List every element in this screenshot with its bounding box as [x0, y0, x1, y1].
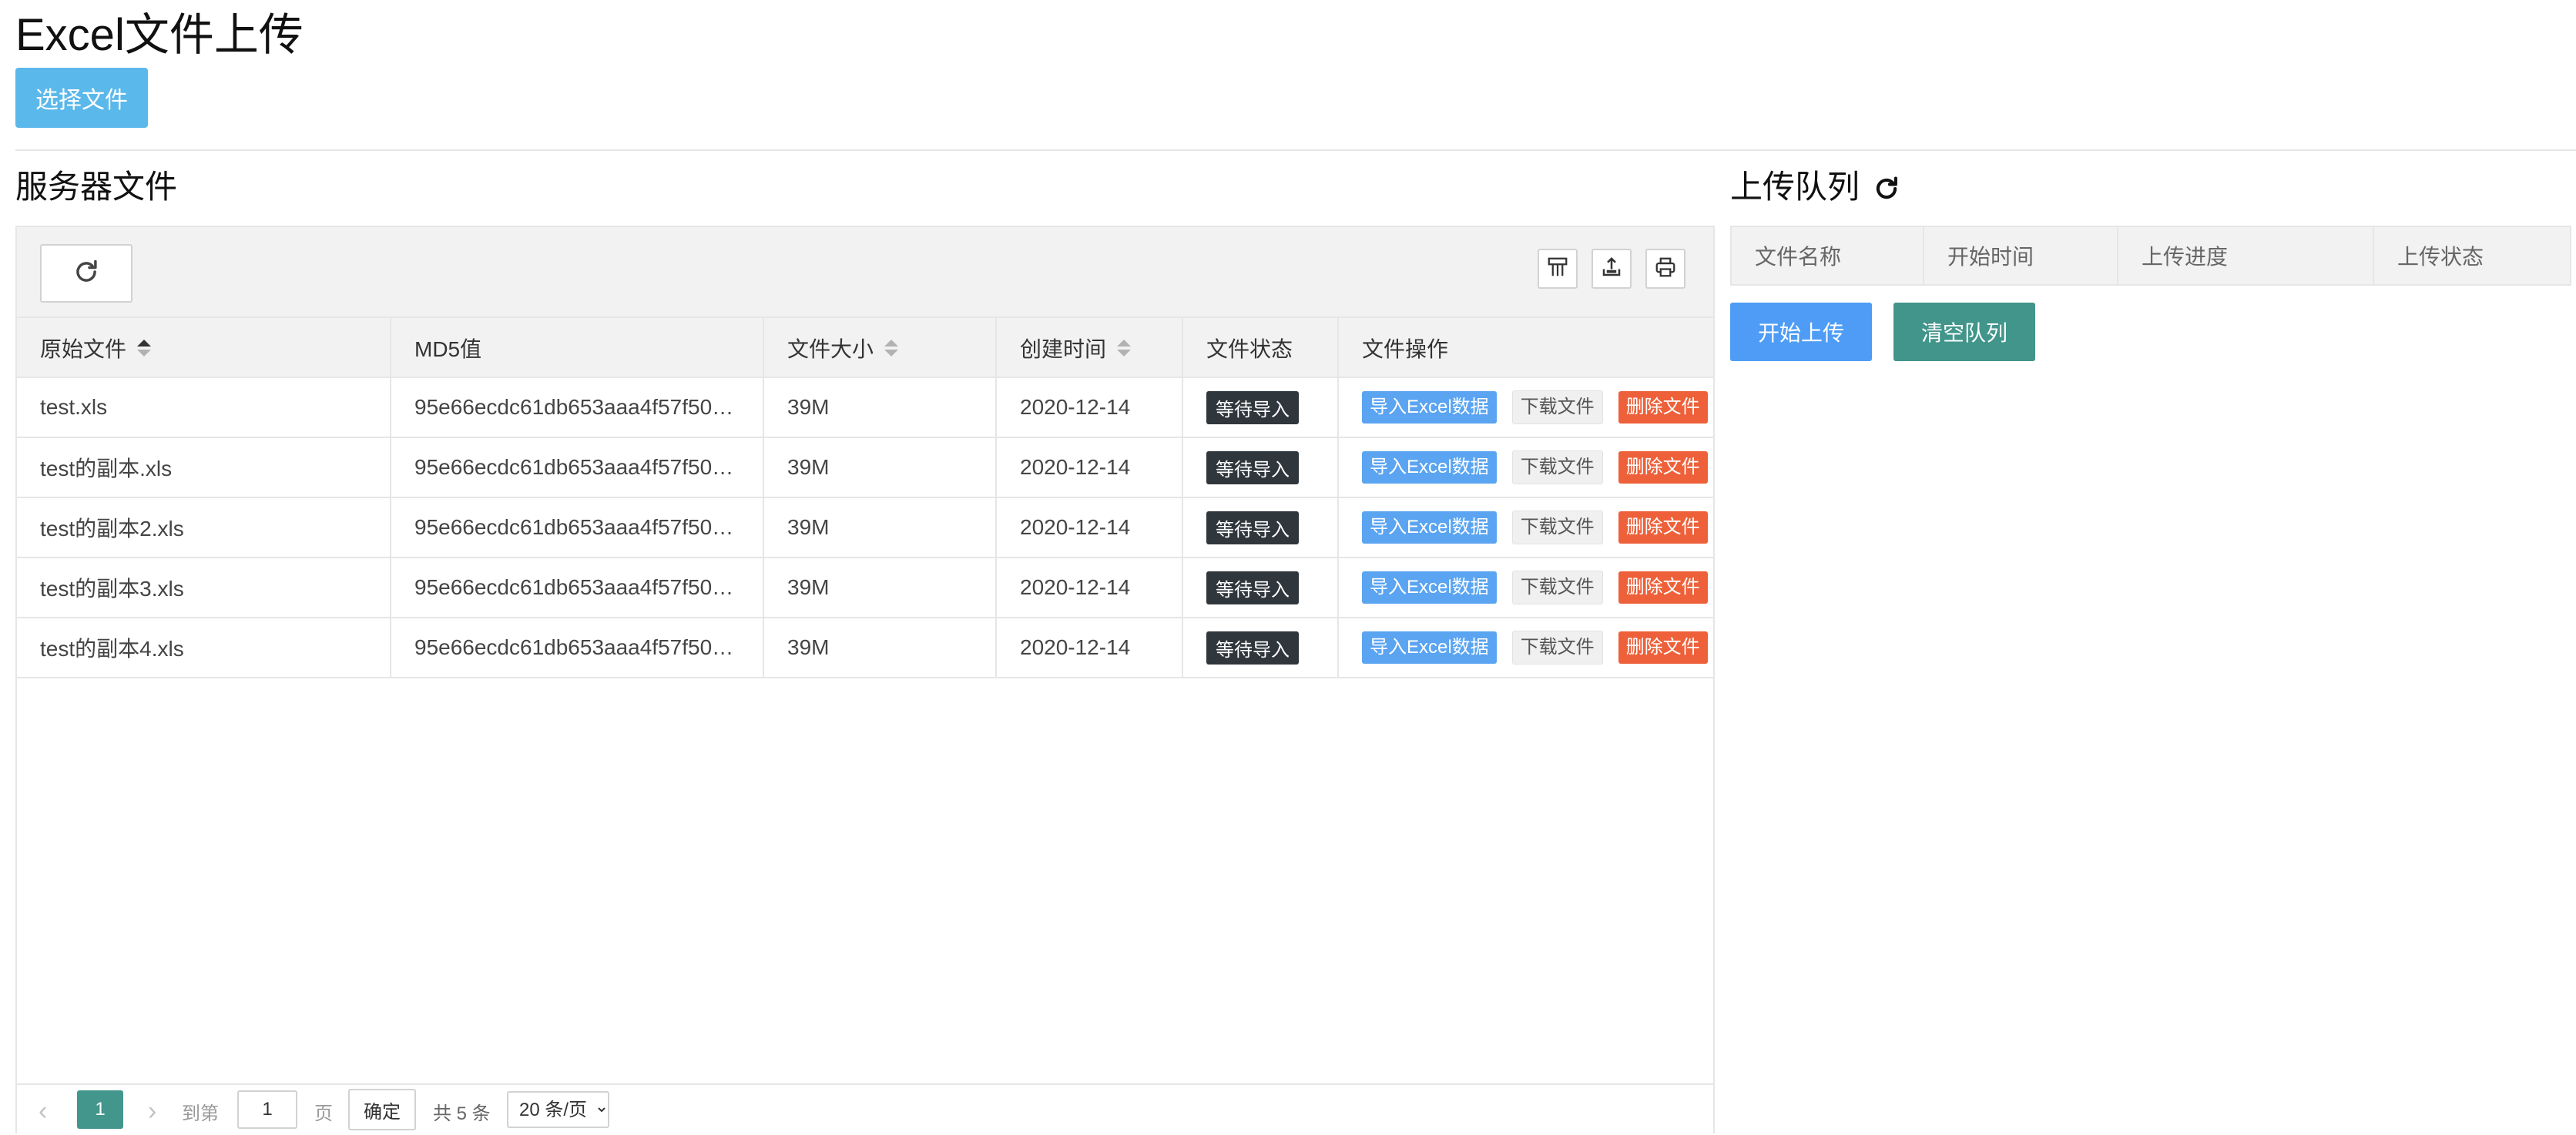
delete-file-button[interactable]: 删除文件	[1618, 511, 1708, 544]
queue-column-progress: 上传进度	[2118, 227, 2374, 284]
actions-cell: 导入Excel数据 下载文件 删除文件	[1339, 378, 1713, 437]
server-files-title: 服务器文件	[15, 169, 178, 205]
created-cell: 2020-12-14	[997, 618, 1183, 677]
column-header-actions: 文件操作	[1362, 337, 1449, 361]
size-cell: 39M	[764, 498, 997, 557]
actions-cell: 导入Excel数据 下载文件 删除文件	[1339, 498, 1713, 557]
import-excel-button[interactable]: 导入Excel数据	[1362, 631, 1497, 664]
size-cell: 39M	[764, 618, 997, 677]
export-button[interactable]	[1592, 249, 1632, 289]
download-file-button[interactable]: 下载文件	[1511, 390, 1603, 424]
clear-queue-button[interactable]: 清空队列	[1893, 303, 2035, 361]
size-cell: 39M	[764, 558, 997, 617]
md5-cell: 95e66ecdc61db653aaa4f57f50…	[391, 618, 764, 677]
table-row: test的副本3.xls 95e66ecdc61db653aaa4f57f50……	[17, 558, 1713, 618]
upload-queue-title: 上传队列	[1730, 169, 1860, 205]
prev-page-icon[interactable]: ‹	[39, 1094, 47, 1128]
download-file-button[interactable]: 下载文件	[1511, 571, 1603, 604]
sort-icon[interactable]	[1117, 340, 1132, 357]
column-header-md5: MD5值	[391, 318, 764, 378]
print-icon	[1654, 256, 1677, 283]
queue-refresh-icon[interactable]	[1872, 174, 1901, 203]
header-divider	[15, 149, 2576, 151]
status-cell: 等待导入	[1183, 438, 1339, 497]
current-page-button[interactable]: 1	[77, 1090, 123, 1129]
created-cell: 2020-12-14	[997, 498, 1183, 557]
pagination-bar: ‹ 1 › 到第 页 确定 共 5 条 20 条/页	[17, 1083, 1713, 1135]
file-name-cell: test的副本.xls	[17, 438, 391, 497]
queue-column-status: 上传状态	[2397, 245, 2484, 269]
import-excel-button[interactable]: 导入Excel数据	[1362, 571, 1497, 604]
table-header: 原始文件 MD5值 文件大小 创建时间 文件状态 文件操作	[17, 318, 1713, 378]
table-row: test的副本.xls 95e66ecdc61db653aaa4f57f50… …	[17, 438, 1713, 498]
file-name-cell: test的副本3.xls	[17, 558, 391, 617]
page-title: Excel文件上传	[15, 10, 304, 60]
column-header-status: 文件状态	[1183, 318, 1339, 378]
queue-column-start-time: 开始时间	[1924, 227, 2118, 284]
sort-icon[interactable]	[884, 340, 899, 357]
download-file-button[interactable]: 下载文件	[1511, 631, 1603, 665]
next-page-icon[interactable]: ›	[148, 1094, 156, 1128]
import-excel-button[interactable]: 导入Excel数据	[1362, 511, 1497, 544]
queue-column-file-name: 文件名称	[1732, 227, 1924, 284]
status-cell: 等待导入	[1183, 498, 1339, 557]
import-excel-button[interactable]: 导入Excel数据	[1362, 451, 1497, 484]
delete-file-button[interactable]: 删除文件	[1618, 391, 1708, 424]
actions-cell: 导入Excel数据 下载文件 删除文件	[1339, 618, 1713, 677]
columns-filter-button[interactable]	[1538, 249, 1578, 289]
md5-cell: 95e66ecdc61db653aaa4f57f50…	[391, 558, 764, 617]
sort-icon[interactable]	[137, 340, 152, 357]
size-cell: 39M	[764, 378, 997, 437]
table-row: test的副本4.xls 95e66ecdc61db653aaa4f57f50……	[17, 618, 1713, 678]
status-cell: 等待导入	[1183, 558, 1339, 617]
delete-file-button[interactable]: 删除文件	[1618, 571, 1708, 604]
file-name-cell: test.xls	[17, 378, 391, 437]
choose-file-button[interactable]: 选择文件	[15, 68, 148, 128]
page-number-input[interactable]	[237, 1090, 297, 1129]
status-badge: 等待导入	[1206, 631, 1299, 665]
file-name-cell: test的副本4.xls	[17, 618, 391, 677]
confirm-page-button[interactable]: 确定	[348, 1089, 416, 1130]
actions-cell: 导入Excel数据 下载文件 删除文件	[1339, 438, 1713, 497]
columns-icon	[1546, 256, 1569, 283]
status-badge: 等待导入	[1206, 571, 1299, 604]
start-upload-button[interactable]: 开始上传	[1730, 303, 1872, 361]
status-badge: 等待导入	[1206, 450, 1299, 484]
total-count: 共 5 条	[433, 1103, 491, 1124]
md5-cell: 95e66ecdc61db653aaa4f57f50…	[391, 378, 764, 437]
page-unit-label: 页	[314, 1103, 333, 1124]
status-cell: 等待导入	[1183, 378, 1339, 437]
import-excel-button[interactable]: 导入Excel数据	[1362, 391, 1497, 424]
queue-table-header: 文件名称 开始时间 上传进度 上传状态	[1730, 226, 2571, 286]
column-header-created[interactable]: 创建时间	[997, 318, 1183, 378]
table-row: test.xls 95e66ecdc61db653aaa4f57f50… 39M…	[17, 378, 1713, 438]
server-files-panel: 原始文件 MD5值 文件大小 创建时间 文件状态 文件操作 test.xls 9…	[15, 226, 1715, 1135]
size-cell: 39M	[764, 438, 997, 497]
status-badge: 等待导入	[1206, 390, 1299, 424]
delete-file-button[interactable]: 删除文件	[1618, 631, 1708, 664]
file-name-cell: test的副本2.xls	[17, 498, 391, 557]
column-header-original-file[interactable]: 原始文件	[17, 318, 391, 378]
table-row: test的副本2.xls 95e66ecdc61db653aaa4f57f50……	[17, 498, 1713, 558]
actions-cell: 导入Excel数据 下载文件 删除文件	[1339, 558, 1713, 617]
md5-cell: 95e66ecdc61db653aaa4f57f50…	[391, 498, 764, 557]
print-button[interactable]	[1645, 249, 1685, 289]
table-toolbar	[17, 227, 1713, 318]
delete-file-button[interactable]: 删除文件	[1618, 451, 1708, 484]
column-header-size[interactable]: 文件大小	[764, 318, 997, 378]
created-cell: 2020-12-14	[997, 438, 1183, 497]
created-cell: 2020-12-14	[997, 558, 1183, 617]
refresh-button[interactable]	[40, 244, 132, 303]
md5-cell: 95e66ecdc61db653aaa4f57f50…	[391, 438, 764, 497]
status-cell: 等待导入	[1183, 618, 1339, 677]
page-size-select[interactable]: 20 条/页	[507, 1091, 609, 1128]
download-file-button[interactable]: 下载文件	[1511, 511, 1603, 544]
download-file-button[interactable]: 下载文件	[1511, 450, 1603, 484]
status-badge: 等待导入	[1206, 511, 1299, 544]
export-icon	[1600, 256, 1623, 283]
refresh-icon	[72, 257, 101, 290]
goto-label: 到第	[182, 1103, 219, 1124]
created-cell: 2020-12-14	[997, 378, 1183, 437]
